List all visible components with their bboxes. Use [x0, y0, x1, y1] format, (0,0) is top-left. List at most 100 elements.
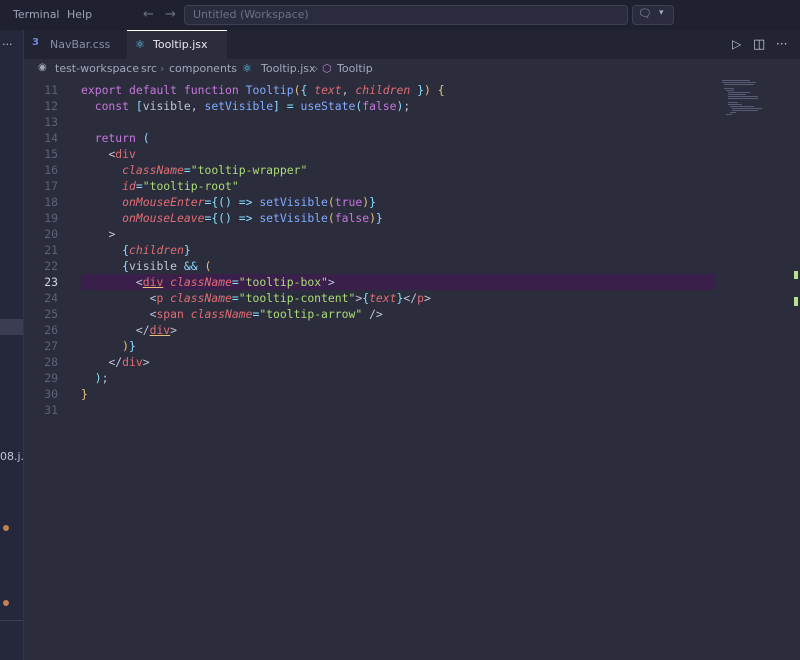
code-line[interactable]: 14 return ( — [24, 130, 724, 146]
minimap-line — [724, 88, 734, 89]
line-number: 11 — [44, 83, 58, 97]
minimap-line — [722, 82, 756, 83]
code-text[interactable]: </div> — [81, 322, 177, 338]
back-arrow-icon[interactable]: ← — [143, 7, 154, 22]
code-line[interactable]: 18 onMouseEnter={() => setVisible(true)} — [24, 194, 724, 210]
code-line[interactable]: 17 id="tooltip-root" — [24, 178, 724, 194]
code-line[interactable]: 15 <div — [24, 146, 724, 162]
split-editor-icon[interactable]: ◫ — [753, 37, 765, 52]
line-number: 13 — [44, 115, 58, 129]
menu-terminal[interactable]: Terminal — [13, 8, 60, 21]
explorer-sidebar: ··· 08.j... — [0, 30, 24, 660]
css-icon: 3 — [32, 37, 39, 48]
minimap-line — [728, 94, 746, 95]
chevron-down-icon[interactable]: ▾ — [659, 8, 664, 18]
code-text[interactable]: > — [81, 226, 115, 242]
run-icon[interactable]: ▷ — [732, 37, 741, 51]
minimap-line — [730, 106, 754, 107]
code-text[interactable]: ); — [81, 370, 109, 386]
code-text[interactable]: className="tooltip-wrapper" — [81, 162, 307, 178]
code-line[interactable]: 20 > — [24, 226, 724, 242]
line-number: 19 — [44, 211, 58, 225]
code-line[interactable]: 24 <p className="tooltip-content">{text}… — [24, 290, 724, 306]
line-number: 24 — [44, 291, 58, 305]
code-line[interactable]: 28 </div> — [24, 354, 724, 370]
breadcrumb-components[interactable]: components — [169, 62, 237, 75]
code-text[interactable]: onMouseLeave={() => setVisible(false)} — [81, 210, 383, 226]
code-line[interactable]: 11 export default function Tooltip({ text… — [24, 82, 724, 98]
title-bar: Terminal Help ← → Untitled (Workspace) 🗨… — [0, 0, 800, 30]
code-line[interactable]: 23 <div className="tooltip-box"> — [24, 274, 724, 290]
breadcrumb-file[interactable]: Tooltip.jsx — [261, 62, 316, 75]
code-editor[interactable]: 11 export default function Tooltip({ text… — [24, 80, 800, 660]
code-line[interactable]: 30} — [24, 386, 724, 402]
minimap[interactable] — [720, 80, 790, 120]
minimap-line — [722, 80, 750, 81]
line-number: 27 — [44, 339, 58, 353]
line-number: 17 — [44, 179, 58, 193]
code-text[interactable]: )} — [81, 338, 136, 354]
line-number: 18 — [44, 195, 58, 209]
chat-button[interactable]: 🗨 ▾ — [632, 5, 674, 25]
menu-help[interactable]: Help — [67, 8, 92, 21]
more-actions-icon[interactable]: ··· — [776, 37, 787, 51]
tab-navbar-css[interactable]: 3 NavBar.css — [24, 30, 126, 59]
code-line[interactable]: 19 onMouseLeave={() => setVisible(false)… — [24, 210, 724, 226]
line-number: 29 — [44, 371, 58, 385]
code-line[interactable]: 25 <span className="tooltip-arrow" /> — [24, 306, 724, 322]
react-icon: ⚛ — [135, 38, 145, 51]
workspace-icon: ◉ — [38, 62, 47, 73]
code-text[interactable]: <p className="tooltip-content">{text}</p… — [81, 290, 431, 306]
minimap-line — [730, 112, 736, 113]
code-text[interactable]: <div className="tooltip-box"> — [81, 274, 335, 290]
breadcrumb: ◉ test-workspace › src › components › ⚛ … — [24, 59, 800, 79]
code-line[interactable]: 22 {visible && ( — [24, 258, 724, 274]
forward-arrow-icon[interactable]: → — [165, 7, 176, 22]
code-text[interactable]: {visible && ( — [81, 258, 211, 274]
code-line[interactable]: 21 {children} — [24, 242, 724, 258]
react-icon: ⚛ — [242, 62, 252, 75]
breadcrumb-src[interactable]: src — [141, 62, 157, 75]
line-number: 14 — [44, 131, 58, 145]
minimap-line — [732, 108, 762, 109]
line-number: 21 — [44, 243, 58, 257]
code-text[interactable]: <span className="tooltip-arrow" /> — [81, 306, 383, 322]
code-text[interactable]: onMouseEnter={() => setVisible(true)} — [81, 194, 376, 210]
code-line[interactable]: 12 const [visible, setVisible] = useStat… — [24, 98, 724, 114]
code-text[interactable]: export default function Tooltip({ text, … — [81, 82, 445, 98]
minimap-line — [732, 110, 758, 111]
breadcrumb-symbol[interactable]: Tooltip — [337, 62, 373, 75]
line-number: 25 — [44, 307, 58, 321]
minimap-line — [726, 90, 734, 91]
line-number: 16 — [44, 163, 58, 177]
line-number: 26 — [44, 323, 58, 337]
breadcrumb-separator-icon: › — [314, 62, 319, 75]
selected-tree-item[interactable] — [0, 319, 23, 335]
tree-item-file[interactable]: 08.j... — [0, 450, 23, 463]
sidebar-more-icon[interactable]: ··· — [2, 38, 13, 51]
breadcrumb-workspace[interactable]: test-workspace — [55, 62, 139, 75]
code-text[interactable]: <div — [81, 146, 135, 162]
command-center-search[interactable]: Untitled (Workspace) — [184, 5, 628, 25]
tab-tooltip-jsx[interactable]: ⚛ Tooltip.jsx — [127, 30, 227, 59]
code-line[interactable]: 27 )} — [24, 338, 724, 354]
code-line[interactable]: 13 — [24, 114, 724, 130]
search-placeholder: Untitled (Workspace) — [193, 8, 309, 21]
code-text[interactable]: </div> — [81, 354, 149, 370]
code-line[interactable]: 29 ); — [24, 370, 724, 386]
code-text[interactable]: id="tooltip-root" — [81, 178, 239, 194]
minimap-line — [728, 96, 758, 97]
code-text[interactable]: return ( — [81, 130, 150, 146]
tab-bar: 3 NavBar.css ⚛ Tooltip.jsx ▷ ◫ ··· — [24, 30, 800, 59]
code-line[interactable]: 26 </div> — [24, 322, 724, 338]
code-text[interactable]: const [visible, setVisible] = useState(f… — [81, 98, 411, 114]
minimap-line — [728, 98, 758, 99]
line-number: 28 — [44, 355, 58, 369]
code-text[interactable]: } — [81, 386, 88, 402]
scrollbar-change-marker — [794, 271, 798, 279]
code-line[interactable]: 16 className="tooltip-wrapper" — [24, 162, 724, 178]
code-text[interactable]: {children} — [81, 242, 191, 258]
scrollbar-change-marker — [794, 297, 798, 306]
line-number: 12 — [44, 99, 58, 113]
code-line[interactable]: 31 — [24, 402, 724, 418]
